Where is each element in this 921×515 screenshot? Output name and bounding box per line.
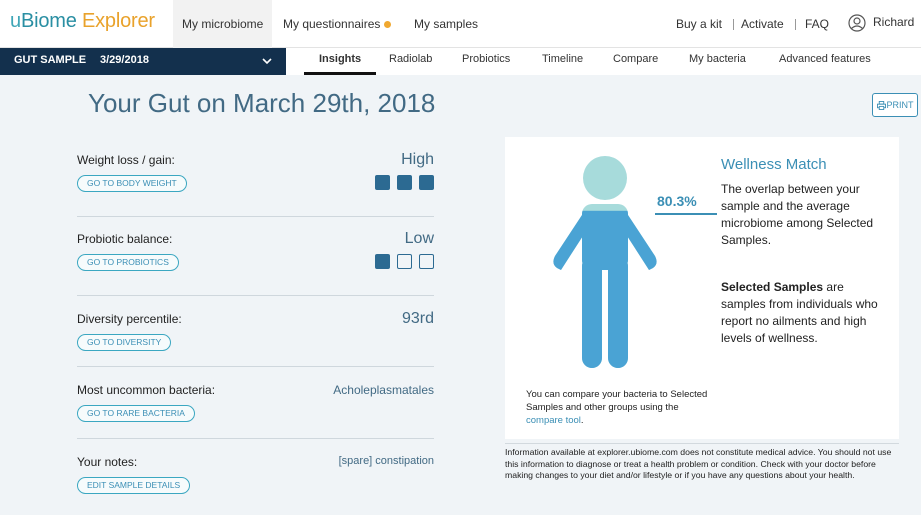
metric-label: Weight loss / gain: xyxy=(77,153,175,167)
subtab-probiotics[interactable]: Probiotics xyxy=(447,48,525,75)
level-square-empty xyxy=(397,254,412,269)
nav-separator xyxy=(795,19,796,30)
selected-samples-description: Selected Samples are samples from indivi… xyxy=(721,279,891,347)
sample-subnavigation: Insights Radiolab Probiotics Timeline Co… xyxy=(286,48,921,75)
printer-icon xyxy=(876,101,886,110)
notification-dot-icon xyxy=(384,21,392,28)
subtab-my-bacteria[interactable]: My bacteria xyxy=(674,48,761,75)
tab-label: My samples xyxy=(414,17,479,31)
divider xyxy=(77,366,434,367)
level-indicator xyxy=(368,254,434,269)
level-square-filled xyxy=(419,175,434,190)
metric-label: Your notes: xyxy=(77,455,138,469)
wellness-match-percent: 80.3% xyxy=(657,193,697,209)
divider xyxy=(77,295,434,296)
level-square-filled xyxy=(397,175,412,190)
go-to-body-weight-button[interactable]: GO TO BODY WEIGHT xyxy=(77,175,187,192)
print-label: PRINT xyxy=(886,100,914,110)
buy-a-kit-link[interactable]: Buy a kit xyxy=(676,0,722,48)
medical-disclaimer: Information available at explorer.ubiome… xyxy=(505,443,899,482)
subtab-advanced-features[interactable]: Advanced features xyxy=(764,48,886,75)
go-to-rare-bacteria-button[interactable]: GO TO RARE BACTERIA xyxy=(77,405,195,422)
selected-samples-term: Selected Samples xyxy=(721,280,824,294)
metric-value: Acholeplasmatales xyxy=(333,383,434,397)
subtab-insights[interactable]: Insights xyxy=(304,48,377,75)
human-figure-icon xyxy=(553,156,657,368)
logo-explorer: Explorer xyxy=(76,10,155,32)
wellness-match-title: Wellness Match xyxy=(721,156,827,173)
sample-name: GUT SAMPLE xyxy=(14,54,87,66)
metric-value: [spare] constipation xyxy=(338,455,434,467)
nav-separator xyxy=(733,19,734,30)
logo-biome: Biome xyxy=(20,10,77,32)
divider xyxy=(77,216,434,217)
level-indicator xyxy=(368,175,434,190)
metric-value: 93rd xyxy=(401,310,434,327)
divider xyxy=(77,438,434,439)
go-to-diversity-button[interactable]: GO TO DIVERSITY xyxy=(77,334,172,351)
level-square-filled xyxy=(375,175,390,190)
tab-my-samples[interactable]: My samples xyxy=(405,0,487,48)
subtab-compare[interactable]: Compare xyxy=(598,48,673,75)
metric-label: Most uncommon bacteria: xyxy=(77,383,216,397)
page-title: Your Gut on March 29th, 2018 xyxy=(88,88,436,118)
figure-match-fill xyxy=(553,210,657,368)
compare-note-end: . xyxy=(580,415,584,426)
wellness-match-panel: 80.3% Wellness Match The overlap between… xyxy=(505,137,899,439)
logo-u: u xyxy=(10,10,21,32)
ubiome-explorer-logo[interactable]: uBiome Explorer xyxy=(10,10,155,33)
tab-label: My questionnaires xyxy=(283,17,381,31)
metric-value: High xyxy=(401,151,434,168)
compare-note-text: You can compare your bacteria to Selecte… xyxy=(526,389,708,413)
faq-link[interactable]: FAQ xyxy=(805,0,829,48)
edit-sample-details-button[interactable]: EDIT SAMPLE DETAILS xyxy=(77,477,191,494)
compare-tool-link[interactable]: compare tool xyxy=(526,415,581,426)
metric-label: Probiotic balance: xyxy=(77,232,173,246)
subtab-radiolab[interactable]: Radiolab xyxy=(374,48,447,75)
level-square-empty xyxy=(419,254,434,269)
metric-value: Low xyxy=(404,230,434,247)
user-name-link[interactable]: Richard xyxy=(873,0,914,46)
wellness-match-description: The overlap between your sample and the … xyxy=(721,182,874,247)
go-to-probiotics-button[interactable]: GO TO PROBIOTICS xyxy=(77,254,179,271)
metric-label: Diversity percentile: xyxy=(77,312,182,326)
print-button[interactable]: PRINT xyxy=(872,93,918,117)
compare-note: You can compare your bacteria to Selecte… xyxy=(526,388,716,427)
level-square-filled xyxy=(375,254,390,269)
sample-selector[interactable]: GUT SAMPLE 3/29/2018 xyxy=(0,48,286,75)
tab-my-questionnaires[interactable]: My questionnaires xyxy=(274,0,400,48)
user-avatar-icon[interactable] xyxy=(848,14,866,32)
sample-date: 3/29/2018 xyxy=(100,54,149,66)
subtab-timeline[interactable]: Timeline xyxy=(527,48,598,75)
activate-link[interactable]: Activate xyxy=(741,0,784,48)
chevron-down-icon xyxy=(262,58,272,65)
match-indicator-line xyxy=(655,213,717,215)
tab-label: My microbiome xyxy=(182,17,264,31)
top-navigation: uBiome Explorer My microbiome My questio… xyxy=(0,0,921,48)
tab-my-microbiome[interactable]: My microbiome xyxy=(173,0,273,48)
